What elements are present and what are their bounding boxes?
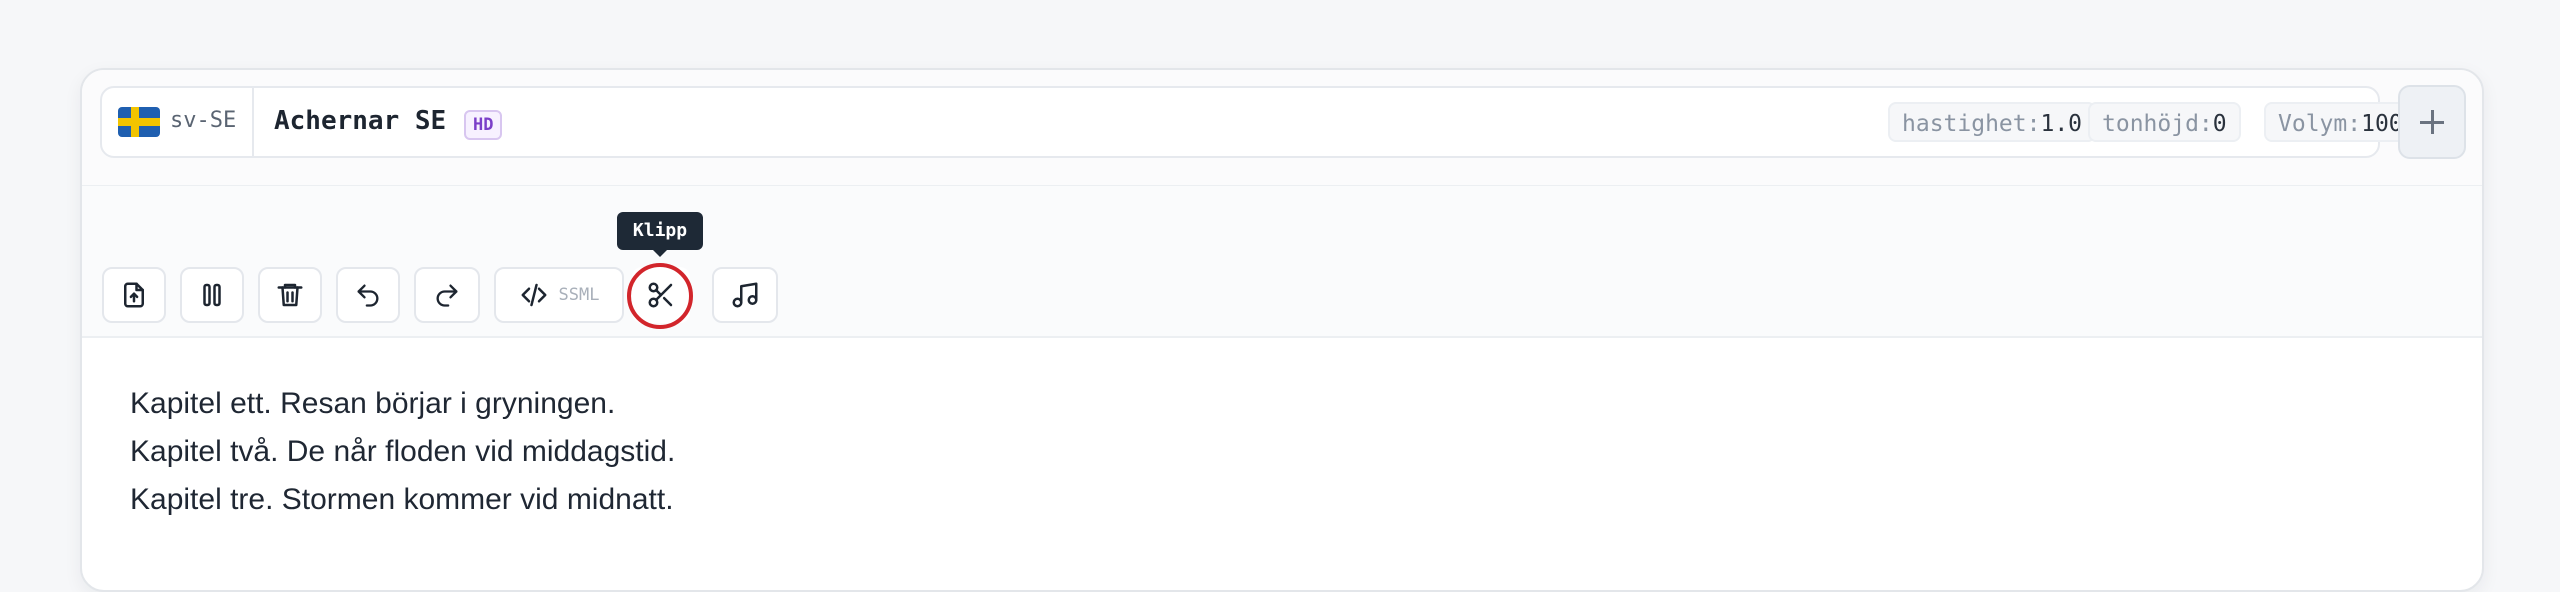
- redo-icon: [436, 284, 458, 307]
- code-icon: [521, 283, 547, 307]
- speed-value: 1.0: [2040, 111, 2083, 137]
- tooltip: Klipp: [617, 212, 703, 257]
- volume-label: Volym:: [2278, 111, 2362, 137]
- redo-button[interactable]: [414, 267, 480, 323]
- voice-selector[interactable]: sv-SE Achernar SE HD hastighet:1.0 tonhö…: [100, 86, 2431, 158]
- speed-chip[interactable]: hastighet:1.0: [1888, 102, 2097, 142]
- pause-button[interactable]: [180, 267, 244, 323]
- editor-line: Kapitel två. De når floden vid middagsti…: [130, 435, 676, 468]
- undo-button[interactable]: [336, 267, 400, 323]
- ssml-label: SSML: [558, 285, 600, 305]
- editor-line: Kapitel tre. Stormen kommer vid midnatt.: [130, 483, 674, 516]
- pitch-chip[interactable]: tonhöjd:0: [2088, 102, 2241, 142]
- pause-icon: [203, 283, 221, 307]
- trash-icon: [277, 283, 303, 307]
- scissors-icon: [648, 282, 673, 308]
- upload-file-icon: [124, 282, 144, 308]
- music-button[interactable]: [712, 267, 778, 323]
- locale-code: sv-SE: [170, 108, 237, 133]
- pitch-value: 0: [2212, 111, 2227, 137]
- upload-button[interactable]: [102, 267, 166, 323]
- locale-selector[interactable]: sv-SE: [102, 88, 254, 156]
- editor-toolbar: Klipp SSML: [82, 185, 2482, 338]
- undo-icon: [357, 284, 379, 307]
- voice-header: sv-SE Achernar SE HD hastighet:1.0 tonhö…: [82, 70, 2482, 185]
- sweden-flag-icon: [118, 107, 160, 137]
- text-editor[interactable]: Kapitel ett. Resan börjar i gryningen. K…: [130, 380, 2430, 524]
- delete-button[interactable]: [258, 267, 322, 323]
- voice-name: Achernar SE: [274, 106, 447, 136]
- music-note-icon: [732, 282, 758, 308]
- editor-line: Kapitel ett. Resan börjar i gryningen.: [130, 387, 616, 420]
- tts-card: sv-SE Achernar SE HD hastighet:1.0 tonhö…: [80, 68, 2484, 592]
- add-voice-button[interactable]: [2398, 85, 2466, 159]
- speed-label: hastighet:: [1902, 111, 2041, 137]
- cut-button[interactable]: [632, 267, 690, 323]
- pitch-label: tonhöjd:: [2102, 111, 2213, 137]
- hd-badge: HD: [464, 110, 503, 140]
- ssml-button[interactable]: SSML: [494, 267, 624, 323]
